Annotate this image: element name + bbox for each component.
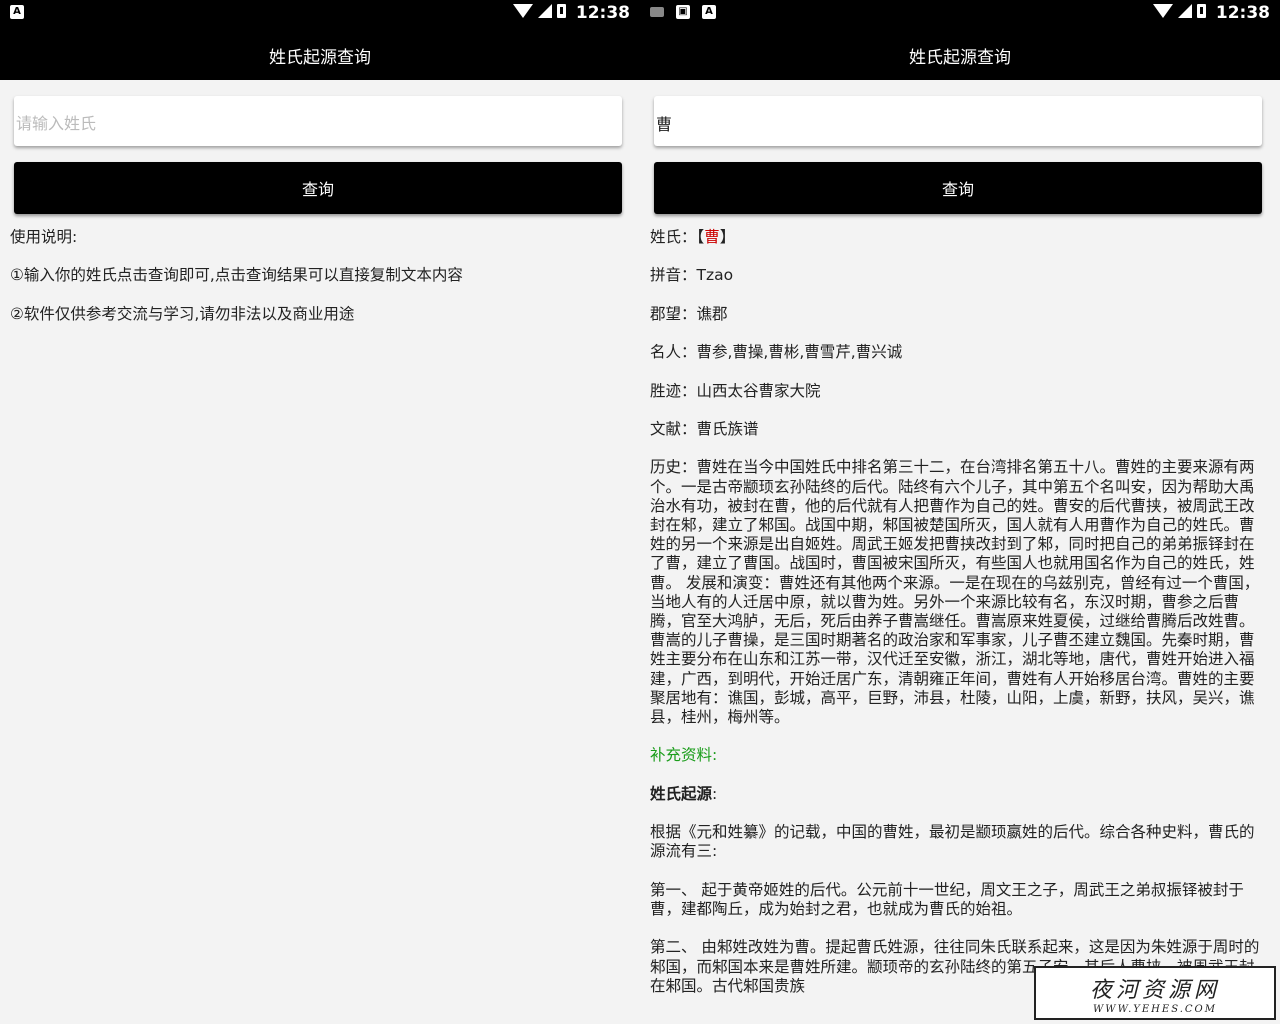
app-title: 姓氏起源查询 bbox=[0, 28, 640, 80]
result-historic-sites: 胜迹：山西太谷曹家大院 bbox=[650, 381, 821, 400]
status-clock: 12:38 bbox=[575, 3, 630, 23]
result-junwang: 郡望：谯郡 bbox=[650, 304, 728, 323]
instructions-heading: 使用说明: bbox=[10, 228, 78, 246]
supplement-label: 补充资料: bbox=[650, 746, 718, 765]
battery-icon bbox=[1197, 4, 1206, 18]
surname-input[interactable] bbox=[16, 100, 620, 147]
image-icon: ▣ bbox=[676, 5, 690, 19]
instruction-item: ②软件仅供参考交流与学习,请勿非法以及商业用途 bbox=[10, 304, 355, 323]
instruction-item: ①输入你的姓氏点击查询即可,点击查询结果可以直接复制文本内容 bbox=[10, 266, 463, 285]
status-bar: ▣ A 12:38 bbox=[640, 0, 1280, 28]
wifi-icon bbox=[513, 4, 533, 18]
surname-search-box[interactable] bbox=[14, 96, 622, 147]
watermark-title: 夜河资源网 bbox=[1089, 978, 1220, 1003]
result-history: 历史：曹姓在当今中国姓氏中排名第三十二，在台湾排名第五十八。曹姓的主要来源有两个… bbox=[650, 458, 1260, 726]
result-surname: 姓氏：【曹】 bbox=[650, 228, 736, 246]
notification-a-icon: A bbox=[10, 5, 24, 19]
watermark-logo: 夜河资源网 WWW.YEHES.COM bbox=[1034, 966, 1276, 1020]
right-phone-screen: ▣ A 12:38 姓氏起源查询 查询 姓氏：【曹】 拼音：Tzao 郡望：谯郡… bbox=[640, 0, 1280, 1024]
surname-input[interactable] bbox=[656, 100, 1260, 146]
query-button[interactable]: 查询 bbox=[654, 162, 1262, 214]
origin-paragraph: 第一、 起于黄帝姬姓的后代。公元前十一世纪，周文王之子，周武王之弟叔振铎被封于曹… bbox=[650, 880, 1244, 918]
cell-signal-icon bbox=[1178, 4, 1192, 18]
app-title: 姓氏起源查询 bbox=[640, 28, 1280, 80]
watermark-url: WWW.YEHES.COM bbox=[1093, 1004, 1217, 1015]
cell-signal-icon bbox=[538, 4, 552, 18]
surname-value: 曹 bbox=[704, 228, 720, 246]
battery-icon bbox=[557, 4, 566, 18]
status-bar: A 12:38 bbox=[0, 0, 640, 28]
result-famous-people: 名人：曹参,曹操,曹彬,曹雪芹,曹兴诚 bbox=[650, 343, 903, 362]
query-button[interactable]: 查询 bbox=[14, 162, 622, 214]
result-pinyin: 拼音：Tzao bbox=[650, 266, 734, 285]
notification-a-icon: A bbox=[702, 5, 716, 19]
origin-paragraph: 根据《元和姓纂》的记载，中国的曹姓，最初是颛顼嬴姓的后代。综合各种史料，曹氏的源… bbox=[650, 823, 1255, 861]
surname-search-box[interactable] bbox=[654, 96, 1262, 146]
query-result-panel[interactable]: 姓氏：【曹】 拼音：Tzao 郡望：谯郡 名人：曹参,曹操,曹彬,曹雪芹,曹兴诚… bbox=[650, 228, 1266, 1018]
wifi-icon bbox=[1153, 4, 1173, 18]
keyboard-icon bbox=[650, 7, 664, 17]
left-phone-screen: A 12:38 姓氏起源查询 查询 使用说明: ①输入你的姓氏点击查询即可,点击… bbox=[0, 0, 640, 1024]
origin-heading: 姓氏起源: bbox=[650, 784, 718, 803]
instructions-panel: 使用说明: ①输入你的姓氏点击查询即可,点击查询结果可以直接复制文本内容 ②软件… bbox=[10, 228, 626, 1018]
status-clock: 12:38 bbox=[1215, 3, 1270, 23]
result-literature: 文献：曹氏族谱 bbox=[650, 419, 759, 438]
